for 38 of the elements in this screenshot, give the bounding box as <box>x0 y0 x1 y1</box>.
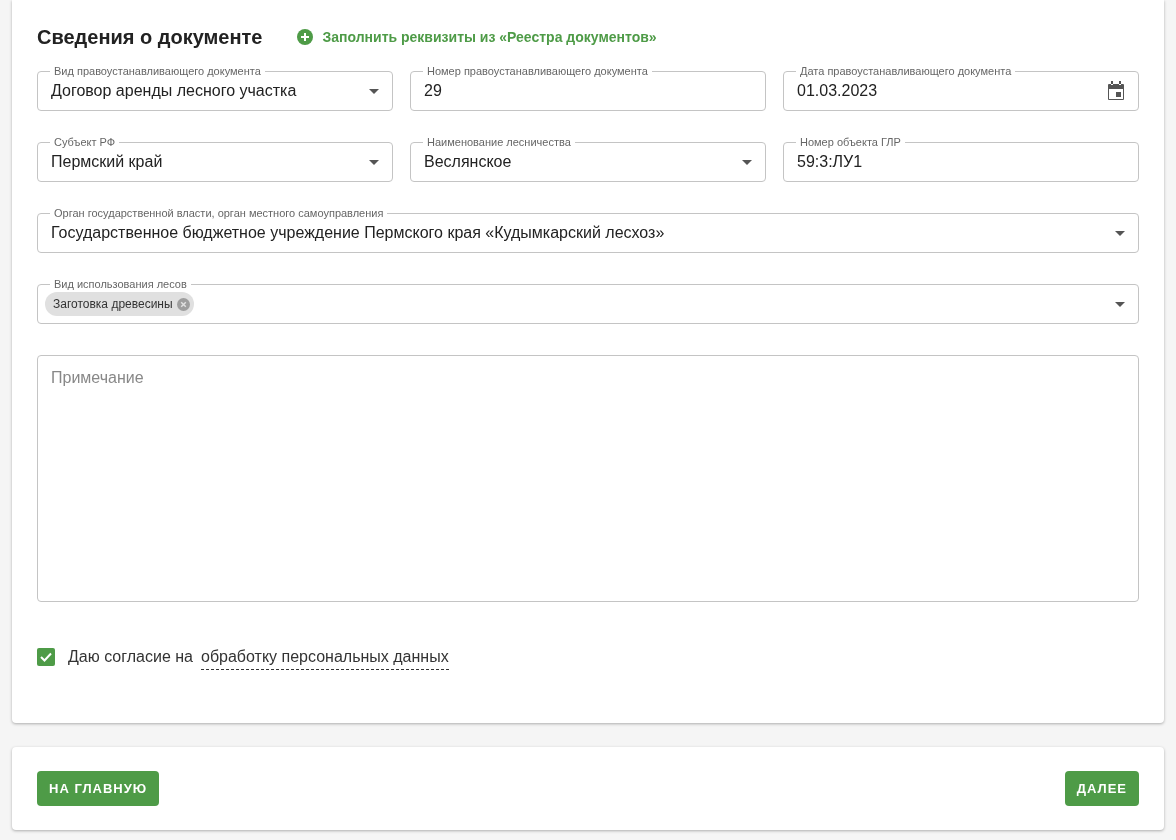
plus-circle-icon <box>296 29 313 45</box>
field-label: Вид правоустанавливающего документа <box>53 65 262 77</box>
note-textarea[interactable]: Примечание <box>37 355 1139 602</box>
remove-icon[interactable] <box>176 297 190 311</box>
field-label: Орган государственной власти, орган местного самоуправления <box>53 207 385 219</box>
dropdown-field[interactable]: Орган государственной власти, орган местного самоуправления Государственное бюджетное учреждение Пермского края «Кудымкарский лесхоз» <box>37 207 1139 253</box>
field-value: Веслянское <box>424 152 513 172</box>
section-title: Сведения о документе <box>37 25 263 50</box>
field-value: 59:3:ЛУ1 <box>797 152 864 172</box>
dropdown-field[interactable]: Вид правоустанавливающего документа Договор аренды лесного участка <box>37 65 393 111</box>
dropdown-caret-icon <box>1115 301 1125 307</box>
consent-checkbox[interactable] <box>37 648 55 666</box>
input-field[interactable]: Номер правоустанавливающего документа 29 <box>410 65 766 111</box>
dropdown-caret-icon <box>369 159 379 165</box>
field-label: Дата правоустанавливающего документа <box>799 65 1013 77</box>
field-label: Субъект РФ <box>53 136 117 148</box>
personal-data-link[interactable]: обработку персональных данных <box>201 644 449 670</box>
field-label: Вид использования лесов <box>53 278 188 290</box>
consent-label: Даю согласие на <box>68 647 193 667</box>
field-value: Государственное бюджетное учреждение Пермского края «Кудымкарский лесхоз» <box>51 223 666 243</box>
field-value: 01.03.2023 <box>797 81 879 101</box>
dropdown-caret-icon <box>369 88 379 94</box>
field-label: Номер правоустанавливающего документа <box>426 65 649 77</box>
check-icon <box>39 650 53 664</box>
dropdown-field[interactable]: Наименование лесничества Веслянское <box>410 136 766 182</box>
dropdown-caret-icon <box>742 159 752 165</box>
field-label: Наименование лесничества <box>426 136 572 148</box>
field-value: 29 <box>424 81 443 101</box>
field-value: Договор аренды лесного участка <box>51 81 298 101</box>
date-field[interactable]: Дата правоустанавливающего документа 01.03.2023 <box>783 65 1139 111</box>
input-field[interactable]: Номер объекта ГЛР 59:3:ЛУ1 <box>783 136 1139 182</box>
field-value: Пермский край <box>51 152 164 172</box>
dropdown-caret-icon <box>1115 230 1125 236</box>
tag-chip[interactable]: Заготовка древесины <box>45 292 194 316</box>
dropdown-field[interactable]: Субъект РФ Пермский край <box>37 136 393 182</box>
dropdown-field[interactable]: Вид использования лесов Заготовка древесины <box>37 278 1139 324</box>
calendar-icon[interactable] <box>1107 81 1125 101</box>
field-label: Номер объекта ГЛР <box>799 136 902 148</box>
